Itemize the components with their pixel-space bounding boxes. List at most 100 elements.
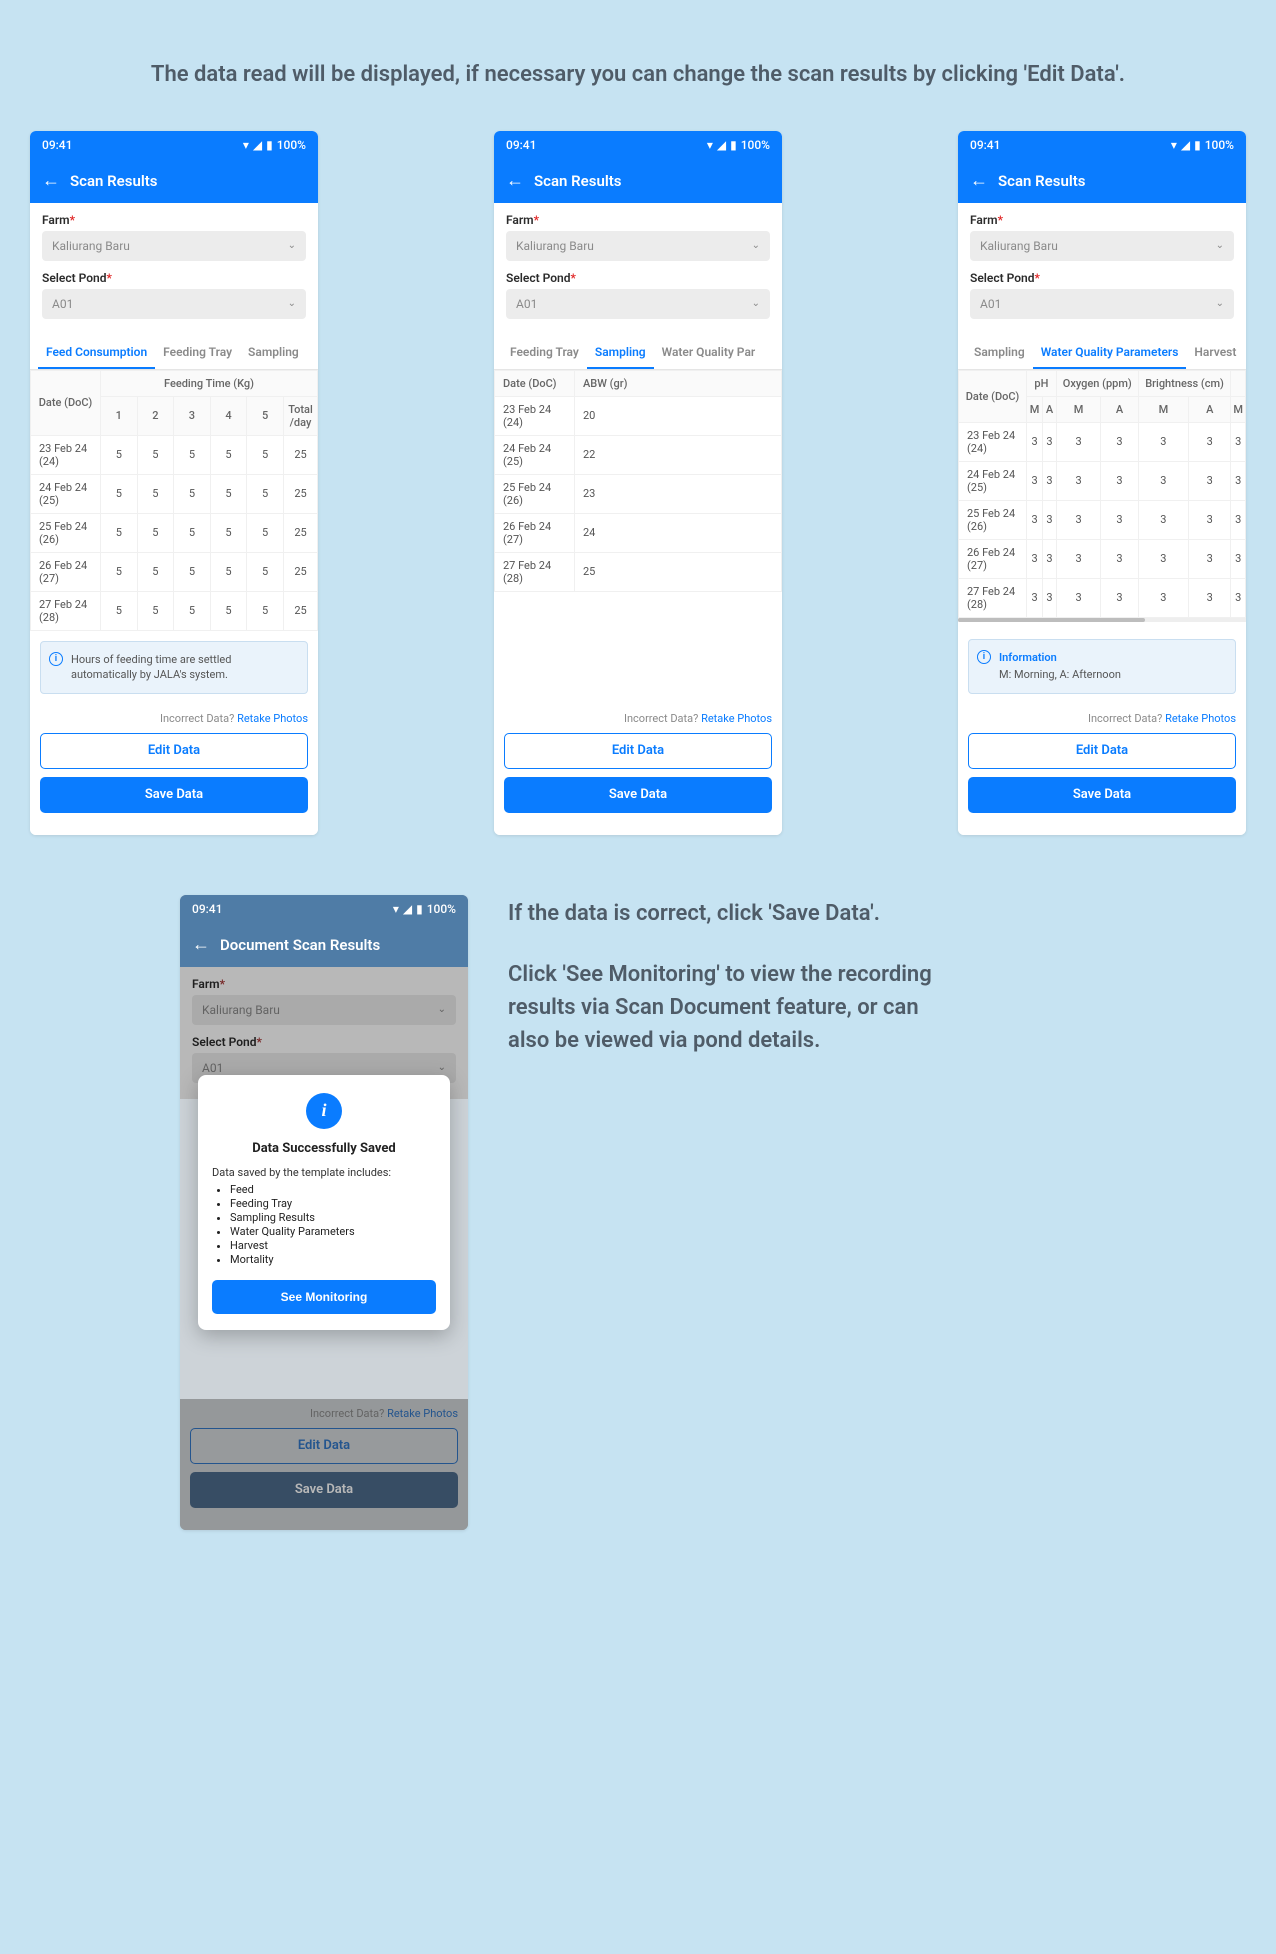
col-abw: ABW (gr): [575, 370, 782, 396]
battery-icon: ▮: [416, 902, 423, 916]
chevron-down-icon: ⌄: [288, 298, 296, 309]
chevron-down-icon: ⌄: [1216, 298, 1224, 309]
table-row: 27 Feb 24 (28)5555525: [31, 591, 318, 630]
tab-harvest[interactable]: Harvest: [1186, 335, 1244, 369]
pond-select[interactable]: A01⌄: [42, 289, 306, 319]
pond-select[interactable]: A01⌄: [970, 289, 1234, 319]
battery-icon: ▮: [730, 138, 737, 152]
intro-text-1: The data read will be displayed, if nece…: [30, 60, 1246, 91]
farm-select[interactable]: Kaliurang Baru⌄: [970, 231, 1234, 261]
phone-screen-3: 09:41 ▾ ◢ ▮ 100% ← Scan Results Farm* Ka…: [958, 131, 1246, 835]
tab-feeding-tray[interactable]: Feeding Tray: [155, 335, 240, 369]
retake-link[interactable]: Retake Photos: [701, 712, 772, 725]
save-success-modal: i Data Successfully Saved Data saved by …: [198, 1075, 450, 1330]
edit-button[interactable]: Edit Data: [968, 733, 1236, 769]
tab-water-quality[interactable]: Water Quality Par: [654, 335, 764, 369]
clock: 09:41: [42, 138, 72, 152]
back-icon[interactable]: ←: [506, 170, 524, 191]
table-row: 26 Feb 24 (27)3333333: [959, 539, 1246, 578]
table-row: 24 Feb 24 (25)22: [495, 435, 782, 474]
modal-lead: Data saved by the template includes:: [212, 1166, 436, 1179]
battery-pct: 100%: [427, 902, 456, 916]
edit-button[interactable]: Edit Data: [504, 733, 772, 769]
wifi-icon: ▾: [243, 138, 249, 152]
status-bar: 09:41 ▾ ◢ ▮ 100%: [958, 131, 1246, 159]
table-row: 25 Feb 24 (26)5555525: [31, 513, 318, 552]
tabs: Feeding Tray Sampling Water Quality Par: [494, 335, 782, 370]
pond-label: Select Pond*: [42, 271, 306, 285]
modal-title: Data Successfully Saved: [212, 1141, 436, 1156]
tab-sampling[interactable]: Sampling: [966, 335, 1033, 369]
intro-text-2: If the data is correct, click 'Save Data…: [508, 895, 948, 1530]
signal-icon: ◢: [403, 902, 412, 916]
retake-row: Incorrect Data? Retake Photos: [968, 712, 1236, 725]
chevron-down-icon: ⌄: [438, 1062, 446, 1073]
back-icon[interactable]: ←: [192, 934, 210, 955]
phone-screen-4: 09:41 ▾ ◢ ▮ 100% ← Document Scan Results…: [180, 895, 468, 1530]
edit-button[interactable]: Edit Data: [40, 733, 308, 769]
info-icon: i: [49, 652, 63, 666]
info-box: i Hours of feeding time are settled auto…: [40, 641, 308, 694]
clock: 09:41: [192, 902, 222, 916]
table-row: 23 Feb 24 (24)20: [495, 396, 782, 435]
chevron-down-icon: ⌄: [752, 240, 760, 251]
list-item: Harvest: [230, 1239, 436, 1252]
wifi-icon: ▾: [393, 902, 399, 916]
page-title: Scan Results: [70, 172, 157, 190]
modal-list: FeedFeeding TraySampling ResultsWater Qu…: [212, 1183, 436, 1266]
tab-sampling[interactable]: Sampling: [240, 335, 307, 369]
battery-pct: 100%: [741, 138, 770, 152]
app-header: ← Scan Results: [958, 159, 1246, 203]
table-row: 25 Feb 24 (26)23: [495, 474, 782, 513]
see-monitoring-button[interactable]: See Monitoring: [212, 1280, 436, 1314]
status-bar: 09:41 ▾ ◢ ▮ 100%: [494, 131, 782, 159]
col-feeding-time: Feeding Time (Kg): [101, 370, 318, 396]
sampling-table: Date (DoC) ABW (gr) 23 Feb 24 (24)2024 F…: [494, 370, 782, 592]
col-date: Date (DoC): [959, 370, 1027, 422]
retake-link[interactable]: Retake Photos: [237, 712, 308, 725]
status-bar: 09:41 ▾ ◢ ▮ 100%: [180, 895, 468, 923]
page-title: Scan Results: [998, 172, 1085, 190]
save-button[interactable]: Save Data: [40, 777, 308, 813]
table-row: 27 Feb 24 (28)25: [495, 552, 782, 591]
col-date: Date (DoC): [31, 370, 101, 435]
battery-pct: 100%: [1205, 138, 1234, 152]
save-button[interactable]: Save Data: [504, 777, 772, 813]
app-header: ← Scan Results: [494, 159, 782, 203]
pond-label: Select Pond*: [192, 1035, 456, 1049]
save-button: Save Data: [190, 1472, 458, 1508]
table-row: 23 Feb 24 (24)3333333: [959, 422, 1246, 461]
table-row: 23 Feb 24 (24)5555525: [31, 435, 318, 474]
back-icon[interactable]: ←: [42, 170, 60, 191]
table-row: 26 Feb 24 (27)24: [495, 513, 782, 552]
farm-select[interactable]: Kaliurang Baru⌄: [506, 231, 770, 261]
table-row: 24 Feb 24 (25)3333333: [959, 461, 1246, 500]
farm-select: Kaliurang Baru⌄: [192, 995, 456, 1025]
wifi-icon: ▾: [1171, 138, 1177, 152]
page-title: Document Scan Results: [220, 936, 380, 954]
list-item: Sampling Results: [230, 1211, 436, 1224]
farm-select[interactable]: Kaliurang Baru⌄: [42, 231, 306, 261]
edit-button: Edit Data: [190, 1428, 458, 1464]
tab-feeding-tray[interactable]: Feeding Tray: [502, 335, 587, 369]
save-button[interactable]: Save Data: [968, 777, 1236, 813]
horizontal-scrollbar[interactable]: [958, 618, 1246, 622]
battery-icon: ▮: [1194, 138, 1201, 152]
pond-select[interactable]: A01⌄: [506, 289, 770, 319]
info-icon: i: [306, 1093, 342, 1129]
farm-label: Farm*: [192, 977, 456, 991]
chevron-down-icon: ⌄: [752, 298, 760, 309]
tab-feed-consumption[interactable]: Feed Consumption: [38, 335, 155, 369]
table-row: 26 Feb 24 (27)5555525: [31, 552, 318, 591]
info-icon: i: [977, 650, 991, 664]
pond-label: Select Pond*: [970, 271, 1234, 285]
list-item: Water Quality Parameters: [230, 1225, 436, 1238]
retake-link[interactable]: Retake Photos: [1165, 712, 1236, 725]
signal-icon: ◢: [717, 138, 726, 152]
tab-water-quality[interactable]: Water Quality Parameters: [1033, 335, 1187, 369]
back-icon[interactable]: ←: [970, 170, 988, 191]
table-row: 24 Feb 24 (25)5555525: [31, 474, 318, 513]
battery-pct: 100%: [277, 138, 306, 152]
tab-sampling[interactable]: Sampling: [587, 335, 654, 369]
farm-label: Farm*: [42, 213, 306, 227]
